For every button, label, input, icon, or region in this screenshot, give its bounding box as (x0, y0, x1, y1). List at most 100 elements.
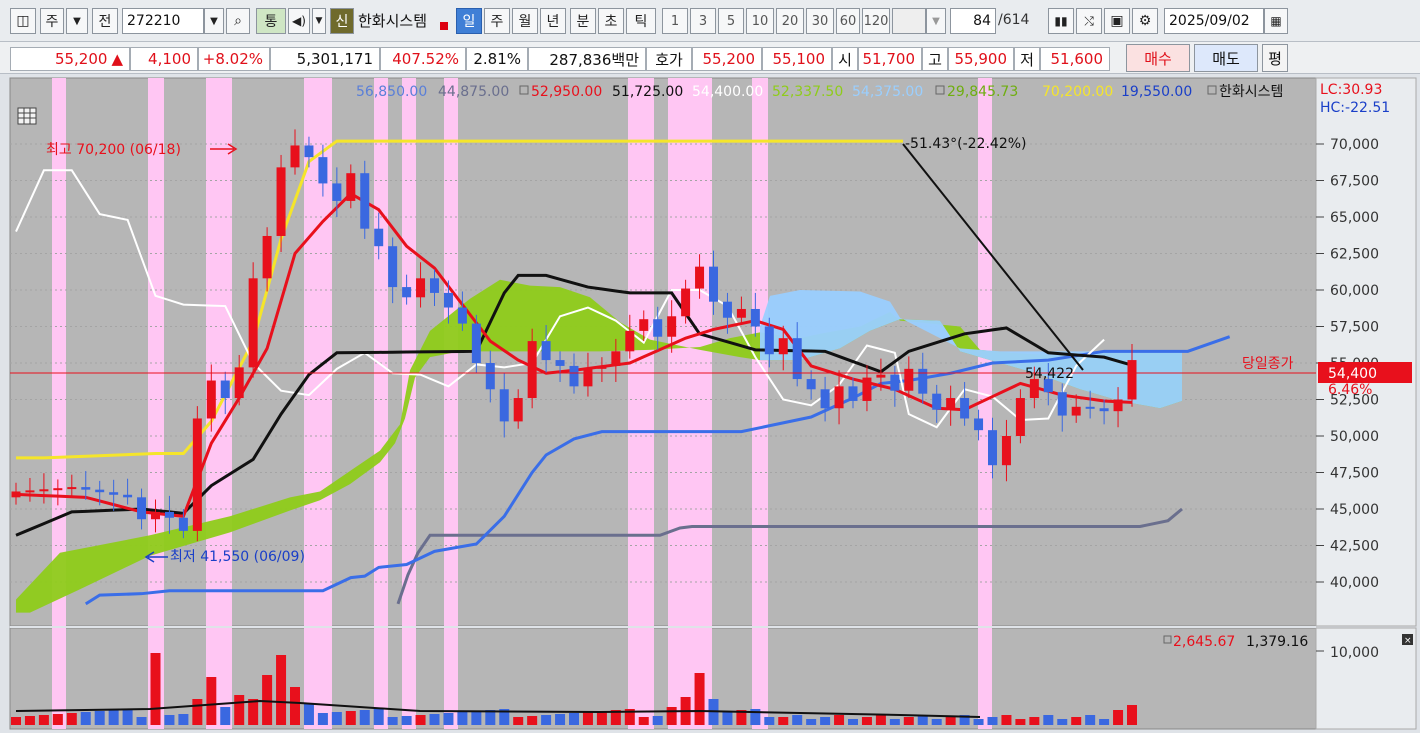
chevron-down-icon[interactable]: ▼ (66, 8, 88, 34)
legend-v7: 54,375.00 (852, 84, 923, 100)
volume-bar (345, 711, 356, 725)
candle-up (11, 491, 21, 498)
sell-button[interactable]: 매도 (1194, 44, 1258, 72)
candle-up (276, 167, 286, 236)
interval-120[interactable]: 120 (862, 8, 890, 34)
close-glyph: × (1404, 636, 1412, 646)
candle-down (318, 157, 328, 184)
candle-down (123, 494, 133, 498)
volume-bar (1057, 719, 1068, 725)
code-dropdown-icon[interactable]: ▼ (204, 8, 224, 34)
buy-button[interactable]: 매수 (1126, 44, 1190, 72)
ask-price: 55,200 (692, 47, 762, 71)
flag-icon (440, 22, 448, 30)
count-input[interactable]: 84 (950, 8, 996, 34)
volume-bar (1113, 710, 1124, 725)
period-tick[interactable]: 틱 (626, 8, 656, 34)
search-icon[interactable]: ⌕ (226, 8, 250, 34)
volume-bar (80, 712, 91, 725)
candle-up (611, 351, 621, 366)
candle-down (750, 308, 760, 327)
prev-button[interactable]: 전 (92, 8, 118, 34)
window-icon[interactable]: ◫ (10, 8, 36, 34)
speaker-icon[interactable]: ◀) (288, 8, 310, 34)
volume-bar (457, 712, 468, 725)
volume: 5,301,171 (270, 47, 380, 71)
candle-down (722, 301, 732, 318)
table-icon[interactable] (17, 107, 37, 125)
period-week[interactable]: 주 (484, 8, 510, 34)
interval-5[interactable]: 5 (718, 8, 744, 34)
volume-bar (527, 716, 538, 725)
candle-down (890, 374, 900, 391)
volume-bar (1001, 715, 1012, 725)
date-input[interactable]: 2025/09/02 (1164, 8, 1264, 34)
period-month[interactable]: 월 (512, 8, 538, 34)
legend-v10: 19,550.00 (1121, 84, 1192, 100)
quote-bar: 55,200 ▲ 4,100 +8.02% 5,301,171 407.52% … (0, 42, 1420, 74)
volume-bar (262, 675, 273, 725)
volume-bar (666, 707, 677, 725)
interval-3[interactable]: 3 (690, 8, 716, 34)
candle-up (67, 487, 77, 490)
interval-dropdown-icon[interactable]: ▼ (926, 8, 946, 34)
candle-up (1001, 436, 1011, 466)
candle-up (862, 377, 872, 401)
candle-up (583, 368, 593, 387)
volume-bar (848, 719, 858, 725)
gear-icon[interactable]: ⚙ (1132, 8, 1158, 34)
volume-bar (206, 677, 217, 725)
period-type-select[interactable]: 주 (40, 8, 64, 34)
candle-down (402, 287, 412, 298)
period-second[interactable]: 초 (598, 8, 624, 34)
current-price-tag: 54,400 (1328, 366, 1377, 382)
custom-interval-input[interactable] (892, 8, 926, 34)
stock-code-input[interactable]: 272210 (122, 8, 204, 34)
volume-bar (66, 713, 77, 725)
candle-up (639, 319, 649, 331)
current-pct-tag: 6.46% (1328, 382, 1372, 398)
calendar-icon[interactable]: ▦ (1264, 8, 1288, 34)
candle-down (137, 497, 147, 520)
volume-bar (108, 710, 119, 725)
volume-bar (638, 717, 649, 725)
speaker-dropdown-icon[interactable]: ▼ (312, 8, 326, 34)
candle-down (988, 430, 997, 466)
candle-icon[interactable]: ▮▮ (1048, 8, 1074, 34)
volume-bar (38, 715, 49, 725)
candle-up (1127, 360, 1137, 400)
candle-down (1057, 392, 1067, 416)
tong-button[interactable]: 통 (256, 8, 286, 34)
period-minute[interactable]: 분 (570, 8, 596, 34)
candle-down (1085, 406, 1095, 409)
interval-20[interactable]: 20 (776, 8, 804, 34)
candle-up (151, 511, 160, 520)
candle-up (234, 367, 244, 399)
legend-v2: 44,875.00 (438, 84, 509, 100)
volume-bar (331, 712, 342, 725)
volume-bar (178, 714, 189, 725)
volume-bar (94, 711, 105, 725)
volume-bar (317, 713, 328, 725)
y-tick-label: 57,500 (1330, 320, 1379, 336)
trend-tool-icon[interactable]: ⤭ (1076, 8, 1102, 34)
price-chart[interactable]: 70,00067,50065,00062,50060,00057,50055,0… (0, 74, 1420, 733)
candle-down (332, 183, 342, 201)
volume-bar (429, 714, 440, 725)
period-day[interactable]: 일 (456, 8, 482, 34)
candle-up (876, 374, 886, 378)
interval-30[interactable]: 30 (806, 8, 834, 34)
sin-button[interactable]: 신 (330, 8, 354, 34)
period-year[interactable]: 년 (540, 8, 566, 34)
eval-button[interactable]: 평 (1262, 44, 1288, 72)
interval-10[interactable]: 10 (746, 8, 774, 34)
interval-1[interactable]: 1 (662, 8, 688, 34)
volume-bar (164, 715, 175, 725)
volume-bar (220, 707, 231, 725)
highlight-band (628, 78, 654, 729)
trade-amount: 287,836백만 (528, 47, 646, 71)
save-icon[interactable]: ▣ (1104, 8, 1130, 34)
candle-up (39, 489, 49, 492)
interval-60[interactable]: 60 (836, 8, 860, 34)
legend-v9: 70,200.00 (1042, 84, 1113, 100)
